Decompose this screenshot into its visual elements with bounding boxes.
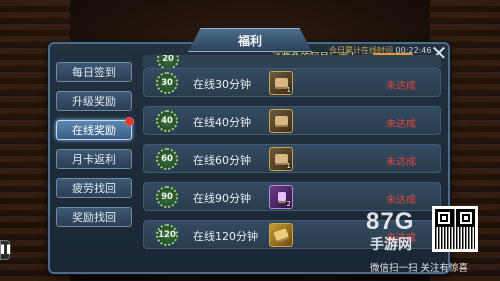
reward-row-label: 在线120分钟 bbox=[193, 230, 258, 243]
sidebar: 每日签到 升级奖励 在线奖励 月卡返利 疲劳找回 奖励找回 bbox=[56, 62, 134, 236]
side-menu-toggle[interactable]: ▌▌ bbox=[0, 240, 14, 260]
reward-row[interactable]: 60 在线60分钟 1 未达成 bbox=[143, 144, 441, 173]
time-badge-icon: 20 bbox=[157, 55, 179, 68]
item-qty: 1 bbox=[286, 86, 291, 94]
time-badge-icon: 30 bbox=[156, 72, 178, 94]
time-badge-icon: 120 bbox=[156, 224, 178, 246]
sidebar-item-monthly-card[interactable]: 月卡返利 bbox=[56, 149, 132, 169]
time-badge-value: 40 bbox=[161, 116, 173, 126]
item-qty: 2 bbox=[286, 200, 291, 208]
watermark-logo: 87G bbox=[366, 208, 415, 235]
watermark-caption: 微信扫一扫 关注有惊喜 bbox=[370, 263, 469, 274]
time-badge-value: 90 bbox=[161, 192, 173, 202]
watermark-sub: 手游网 bbox=[370, 237, 412, 253]
reward-status: 未达成 bbox=[386, 157, 416, 168]
reward-row[interactable]: 40 在线40分钟 未达成 bbox=[143, 106, 441, 135]
time-badge-value: 60 bbox=[161, 154, 173, 164]
window-title-text: 福利 bbox=[237, 33, 262, 48]
time-badge-value: 20 bbox=[162, 55, 174, 64]
sidebar-item-fatigue-recovery[interactable]: 疲劳找回 bbox=[56, 178, 132, 198]
sidebar-item-label: 升级奖励 bbox=[72, 95, 116, 108]
sidebar-item-level-reward[interactable]: 升级奖励 bbox=[56, 91, 132, 111]
reward-status: 未达成 bbox=[386, 119, 416, 130]
notification-dot bbox=[125, 117, 134, 126]
treasure-chest-icon[interactable]: 1 bbox=[269, 147, 293, 171]
time-badge-icon: 90 bbox=[156, 186, 178, 208]
sidebar-item-online-reward[interactable]: 在线奖励 bbox=[56, 117, 134, 140]
sidebar-item-label: 奖励找回 bbox=[72, 211, 116, 224]
purple-gem-icon[interactable]: 2 bbox=[269, 185, 293, 209]
gold-pouch-icon[interactable] bbox=[269, 109, 293, 133]
site-watermark: 87G 手游网 微信扫一扫 关注有惊喜 bbox=[360, 206, 498, 276]
sidebar-item-label: 疲劳找回 bbox=[72, 182, 116, 195]
time-badge-value: 30 bbox=[161, 78, 173, 88]
reward-row-label: 在线40分钟 bbox=[193, 116, 251, 129]
time-badge-icon: 40 bbox=[156, 110, 178, 132]
qr-code-icon bbox=[432, 206, 478, 252]
item-qty: 1 bbox=[286, 162, 291, 170]
sidebar-item-label: 月卡返利 bbox=[72, 153, 116, 166]
time-badge-value: 120 bbox=[158, 230, 176, 240]
reward-row-label: 在线60分钟 bbox=[193, 154, 251, 167]
reward-status: 未达成 bbox=[386, 195, 416, 206]
treasure-chest-icon[interactable]: 1 bbox=[269, 71, 293, 95]
sidebar-item-daily-checkin[interactable]: 每日签到 bbox=[56, 62, 132, 82]
reward-row[interactable]: 30 在线30分钟 1 未达成 bbox=[143, 68, 441, 97]
reward-row-label: 在线30分钟 bbox=[193, 78, 251, 91]
reward-status: 未达成 bbox=[386, 81, 416, 92]
sidebar-item-label: 在线奖励 bbox=[72, 124, 116, 137]
pause-icon: ▌▌ bbox=[1, 245, 14, 254]
sidebar-item-reward-recovery[interactable]: 奖励找回 bbox=[56, 207, 132, 227]
time-badge-icon: 60 bbox=[156, 148, 178, 170]
sidebar-item-label: 每日签到 bbox=[72, 66, 116, 79]
book-icon[interactable] bbox=[269, 223, 293, 247]
reward-row-label: 在线90分钟 bbox=[193, 192, 251, 205]
reward-row-partial: 20 bbox=[143, 55, 441, 68]
